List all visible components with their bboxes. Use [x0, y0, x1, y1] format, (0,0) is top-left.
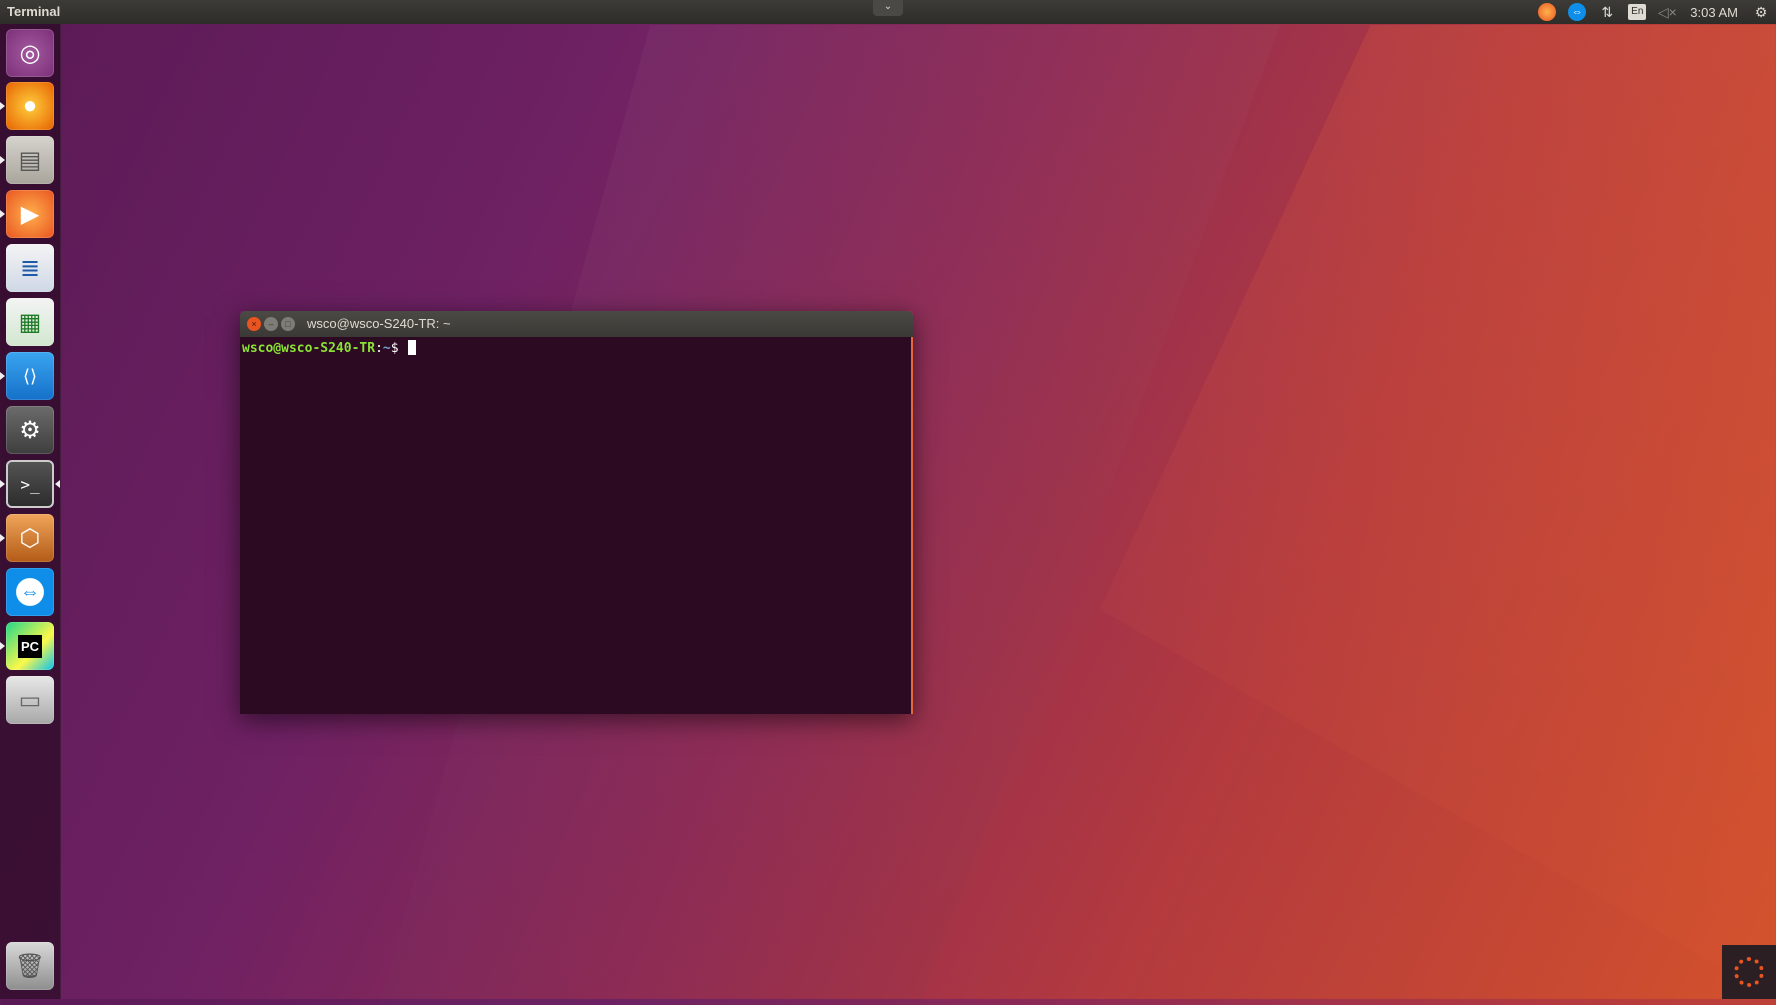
- terminal-title: wsco@wsco-S240-TR: ~: [307, 316, 451, 331]
- launcher: ◎ ● ▤ ▶ ≣ ▦ ⟨⟩ ⚙ >_ ⬡ ⇔ PC ▭ 🗑: [0, 24, 61, 999]
- running-indicator: [0, 102, 5, 110]
- prompt-separator: :: [375, 341, 383, 356]
- libreoffice-calc-icon[interactable]: ▦: [6, 298, 54, 346]
- panel-chevron-icon[interactable]: ⌄: [873, 0, 903, 16]
- teamviewer-tray-icon[interactable]: ⇔: [1562, 0, 1592, 24]
- network-icon[interactable]: ⇅: [1592, 0, 1622, 24]
- text-cursor: [408, 340, 417, 355]
- top-panel: Terminal ⌄ ⇔ ⇅ En ◁× 3:03 AM ⚙: [0, 0, 1776, 24]
- close-button[interactable]: ×: [247, 317, 261, 331]
- corner-app-icon[interactable]: [1722, 945, 1776, 999]
- terminal-icon[interactable]: >_: [6, 460, 54, 508]
- running-indicator: [0, 480, 5, 488]
- terminal-window[interactable]: × – □ wsco@wsco-S240-TR: ~ wsco@wsco-S24…: [240, 311, 913, 714]
- keyboard-layout-indicator[interactable]: En: [1622, 0, 1652, 24]
- vscode-icon[interactable]: ⟨⟩: [6, 352, 54, 400]
- session-gear-icon[interactable]: ⚙: [1746, 0, 1776, 24]
- clock[interactable]: 3:03 AM: [1682, 5, 1746, 20]
- ubuntu-dash-icon[interactable]: ◎: [6, 29, 54, 77]
- running-indicator: [0, 534, 5, 542]
- focused-indicator: [55, 480, 60, 488]
- firefox-icon[interactable]: ●: [6, 82, 54, 130]
- active-app-title: Terminal: [7, 4, 61, 19]
- files-icon[interactable]: ▤: [6, 136, 54, 184]
- minimize-button[interactable]: –: [264, 317, 278, 331]
- maximize-button[interactable]: □: [281, 317, 295, 331]
- running-indicator: [0, 210, 5, 218]
- system-settings-icon[interactable]: ⚙: [6, 406, 54, 454]
- volume-muted-icon[interactable]: ◁×: [1652, 0, 1682, 24]
- sun-gear-icon: [1734, 957, 1764, 987]
- media-player-icon[interactable]: ▶: [6, 190, 54, 238]
- running-indicator: [0, 642, 5, 650]
- pycharm-icon[interactable]: PC: [6, 622, 54, 670]
- running-indicator: [0, 372, 5, 380]
- libreoffice-writer-icon[interactable]: ≣: [6, 244, 54, 292]
- virtualbox-icon[interactable]: ⬡: [6, 514, 54, 562]
- prompt-symbol: $: [390, 341, 407, 356]
- teamviewer-icon[interactable]: ⇔: [6, 568, 54, 616]
- terminal-content[interactable]: wsco@wsco-S240-TR:~$: [240, 337, 913, 714]
- running-indicator: [0, 156, 5, 164]
- trash-icon[interactable]: 🗑: [6, 942, 54, 990]
- update-notifier-icon[interactable]: [1532, 0, 1562, 24]
- drive-icon[interactable]: ▭: [6, 676, 54, 724]
- system-tray: ⇔ ⇅ En ◁× 3:03 AM ⚙: [1532, 0, 1776, 24]
- prompt-path: ~: [382, 341, 391, 356]
- prompt-user: wsco@wsco-S240-TR: [242, 341, 376, 356]
- terminal-titlebar[interactable]: × – □ wsco@wsco-S240-TR: ~: [240, 311, 913, 337]
